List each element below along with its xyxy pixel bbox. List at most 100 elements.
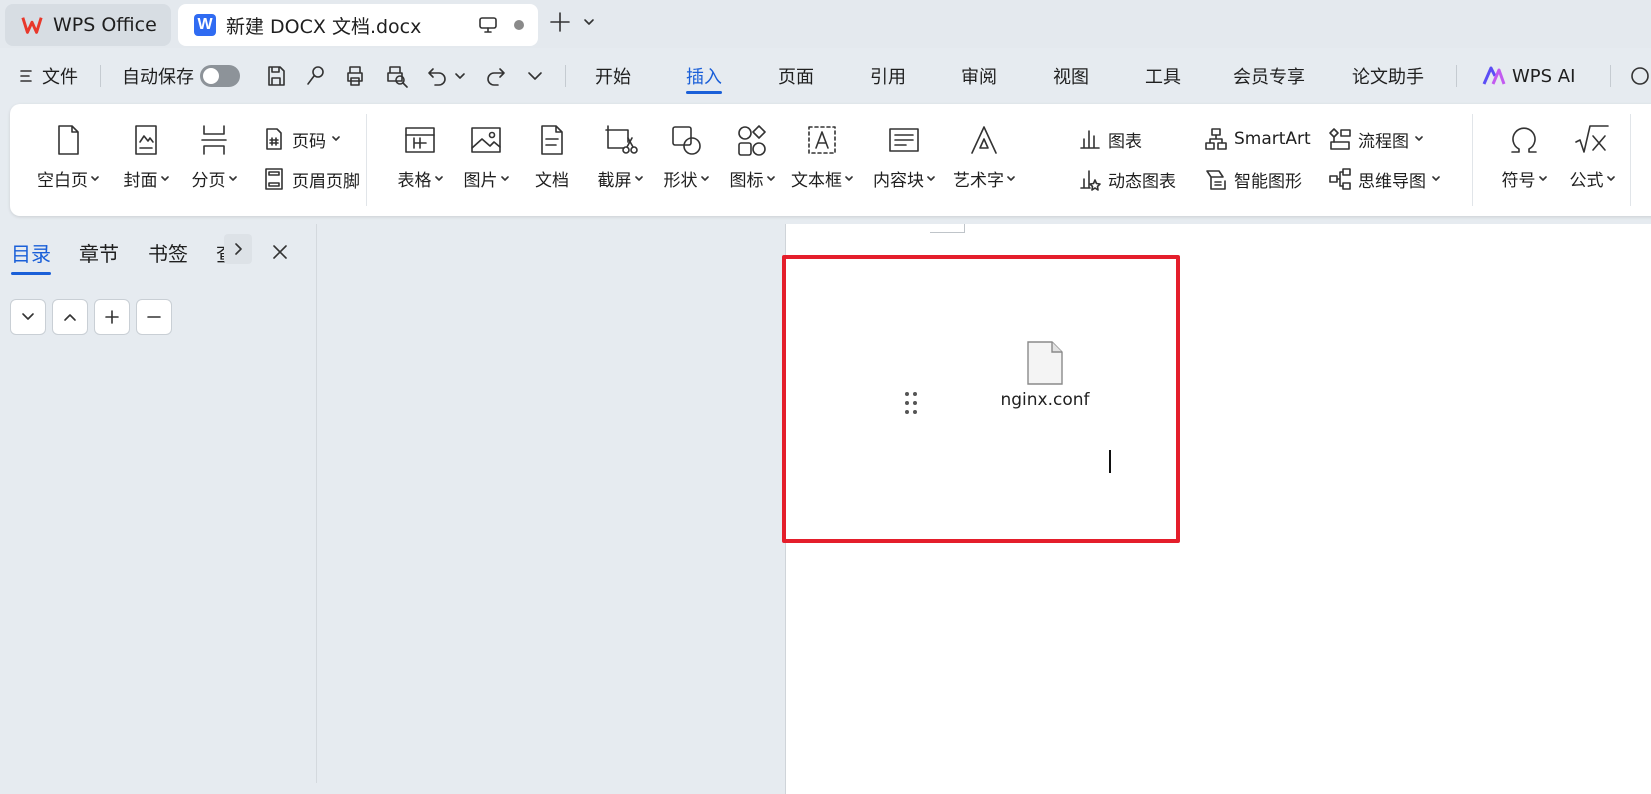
smartart-icon xyxy=(1205,128,1227,150)
wps-ai-logo-icon xyxy=(1482,66,1506,85)
textbox-icon xyxy=(808,126,836,154)
tab-wps-office[interactable]: WPS Office xyxy=(5,4,171,46)
save-icon[interactable] xyxy=(264,64,288,88)
page-break-icon xyxy=(201,125,227,155)
wps-ai-button[interactable]: WPS AI xyxy=(1482,56,1575,96)
formula-icon xyxy=(1575,125,1609,153)
cover-page-icon xyxy=(135,125,157,155)
picture-icon xyxy=(471,127,501,153)
nav-scroll-right-button[interactable] xyxy=(224,234,252,264)
navigation-pane: 目录 章节 书签 查 xyxy=(0,224,316,783)
chevron-right-icon xyxy=(235,243,242,255)
tab-membership[interactable]: 会员专享 xyxy=(1233,56,1305,96)
autosave-toggle[interactable]: 自动保存 xyxy=(122,56,240,96)
omega-symbol-icon xyxy=(1511,127,1537,153)
wps-ai-label: WPS AI xyxy=(1512,65,1576,87)
tab-page[interactable]: 页面 xyxy=(778,56,814,96)
tab-tools[interactable]: 工具 xyxy=(1145,56,1181,96)
file-menu-button[interactable]: 文件 xyxy=(18,56,78,96)
header-footer-icon xyxy=(265,168,283,190)
quick-access-more-icon[interactable] xyxy=(527,68,543,84)
textbox-button[interactable]: 文本框 xyxy=(786,122,858,191)
flowchart-button[interactable]: 流程图 xyxy=(1328,124,1423,154)
autosave-label: 自动保存 xyxy=(122,67,194,88)
format-painter-icon[interactable] xyxy=(304,64,328,88)
wps-logo-icon xyxy=(21,17,43,34)
page-number-icon xyxy=(266,128,282,150)
tab-view[interactable]: 视图 xyxy=(1053,56,1089,96)
collapse-up-button[interactable] xyxy=(52,299,88,335)
chevron-down-icon xyxy=(22,313,34,320)
close-icon[interactable] xyxy=(270,242,290,262)
search-icon[interactable] xyxy=(1628,64,1651,88)
document-button[interactable]: 文档 xyxy=(516,122,588,191)
dynamic-chart-icon xyxy=(1080,170,1101,191)
tab-review[interactable]: 审阅 xyxy=(961,56,997,96)
screenshot-icon xyxy=(605,125,638,154)
print-icon[interactable] xyxy=(343,64,367,88)
title-tab-bar: WPS Office W 新建 DOCX 文档.docx xyxy=(0,0,1651,48)
chevron-down-icon[interactable] xyxy=(582,15,596,29)
smart-graphic-button[interactable]: 智能图形 xyxy=(1204,164,1302,194)
tab-document[interactable]: W 新建 DOCX 文档.docx xyxy=(178,4,538,46)
monitor-icon[interactable] xyxy=(478,16,498,34)
screenshot-button[interactable]: 截屏 xyxy=(584,122,656,191)
tab-thesis-assistant[interactable]: 论文助手 xyxy=(1352,56,1424,96)
icon-library-icon xyxy=(738,125,766,156)
tab-start[interactable]: 开始 xyxy=(595,56,631,96)
page-break-button[interactable]: 分页 xyxy=(178,122,250,191)
file-menu-label: 文件 xyxy=(42,67,78,88)
smart-graphic-icon xyxy=(1206,170,1226,190)
picture-button[interactable]: 图片 xyxy=(450,122,522,191)
shape-icon xyxy=(672,126,701,155)
page-number-button[interactable]: 页码 xyxy=(262,124,340,154)
undo-dropdown-icon[interactable] xyxy=(454,70,466,82)
page-margin-marker xyxy=(930,224,965,233)
nav-tab-sections[interactable]: 章节 xyxy=(79,238,119,267)
mindmap-icon xyxy=(1329,168,1351,190)
nav-tab-bookmarks[interactable]: 书签 xyxy=(148,238,188,267)
undo-icon[interactable] xyxy=(425,64,449,88)
autosave-switch[interactable] xyxy=(200,65,240,87)
content-block-icon xyxy=(889,128,919,152)
unsaved-dot-icon[interactable] xyxy=(514,20,524,30)
dynamic-chart-button[interactable]: 动态图表 xyxy=(1078,164,1176,194)
content-block-button[interactable]: 内容块 xyxy=(868,122,940,191)
table-button[interactable]: 表格 xyxy=(384,122,456,191)
header-footer-button[interactable]: 页眉页脚 xyxy=(262,164,360,194)
chart-button[interactable]: 图表 xyxy=(1078,124,1142,154)
blank-page-button[interactable]: 空白页 xyxy=(32,122,104,191)
hamburger-icon xyxy=(20,70,32,82)
blank-page-icon xyxy=(58,125,79,155)
chevron-up-icon xyxy=(64,314,76,321)
word-doc-icon: W xyxy=(194,14,216,36)
minus-icon xyxy=(147,316,161,318)
expand-down-button[interactable] xyxy=(10,299,46,335)
print-preview-icon[interactable] xyxy=(383,64,409,88)
wordart-button[interactable]: 艺术字 xyxy=(948,122,1020,191)
tab-insert[interactable]: 插入 xyxy=(686,56,722,96)
document-icon xyxy=(541,125,563,155)
new-tab-group xyxy=(548,10,596,34)
tab-document-label: 新建 DOCX 文档.docx xyxy=(226,15,422,38)
highlight-annotation-box xyxy=(782,255,1180,543)
redo-icon[interactable] xyxy=(484,64,508,88)
formula-button[interactable]: 公式 xyxy=(1556,122,1628,191)
icon-library-button[interactable]: 图标 xyxy=(716,122,788,191)
shape-button[interactable]: 形状 xyxy=(650,122,722,191)
pane-divider[interactable] xyxy=(316,224,317,783)
tab-references[interactable]: 引用 xyxy=(870,56,906,96)
plus-icon xyxy=(105,310,119,324)
plus-icon[interactable] xyxy=(548,10,572,34)
cover-button[interactable]: 封面 xyxy=(110,122,182,191)
flowchart-icon xyxy=(1329,128,1351,150)
smartart-button[interactable]: SmartArt xyxy=(1204,124,1311,154)
nav-tab-toc[interactable]: 目录 xyxy=(11,238,51,275)
table-icon xyxy=(405,127,435,153)
add-heading-button[interactable] xyxy=(94,299,130,335)
remove-heading-button[interactable] xyxy=(136,299,172,335)
tab-wps-office-label: WPS Office xyxy=(53,14,157,36)
chart-icon xyxy=(1080,130,1100,149)
mindmap-button[interactable]: 思维导图 xyxy=(1328,164,1440,194)
symbol-button[interactable]: 符号 xyxy=(1488,122,1560,191)
